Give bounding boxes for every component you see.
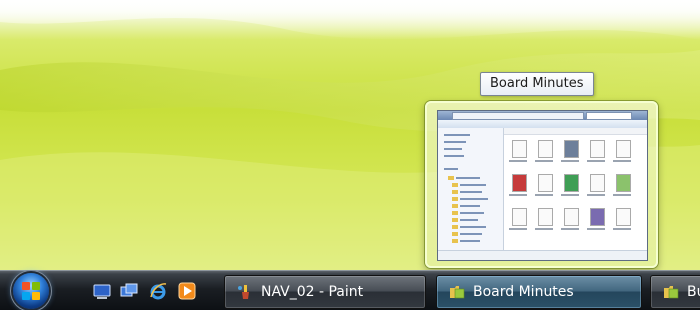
- show-desktop-icon[interactable]: [93, 282, 111, 300]
- task-label: Board Minutes: [473, 284, 574, 300]
- folder-icon: [664, 286, 679, 299]
- thumb-status-bar: [438, 250, 647, 260]
- taskbar: NAV_02 - Paint Board Minutes Bu: [0, 270, 700, 310]
- internet-explorer-icon[interactable]: [149, 282, 167, 300]
- start-orb[interactable]: [13, 273, 49, 309]
- task-label: Bu: [687, 284, 700, 300]
- thumb-titlebar: [438, 111, 647, 120]
- task-label: NAV_02 - Paint: [261, 284, 364, 300]
- thumb-address-bar: [452, 112, 584, 120]
- media-player-icon[interactable]: [178, 282, 196, 300]
- taskbar-button-bu[interactable]: Bu: [650, 275, 700, 309]
- taskbar-button-board-minutes[interactable]: Board Minutes: [436, 275, 642, 309]
- taskbar-button-paint[interactable]: NAV_02 - Paint: [224, 275, 426, 309]
- window-preview-tooltip: Board Minutes: [480, 72, 594, 96]
- thumb-search-box: [586, 112, 632, 120]
- paint-icon: [238, 285, 249, 299]
- thumb-navigation-pane: [438, 128, 504, 260]
- folder-icon: [450, 286, 465, 299]
- switch-windows-icon[interactable]: [120, 282, 138, 300]
- windows-logo-icon: [22, 282, 40, 300]
- thumb-file-list: [504, 128, 647, 260]
- desktop-background: Board Minutes: [0, 0, 700, 270]
- window-preview-thumbnail[interactable]: [425, 101, 658, 268]
- explorer-window-thumbnail: [437, 110, 648, 261]
